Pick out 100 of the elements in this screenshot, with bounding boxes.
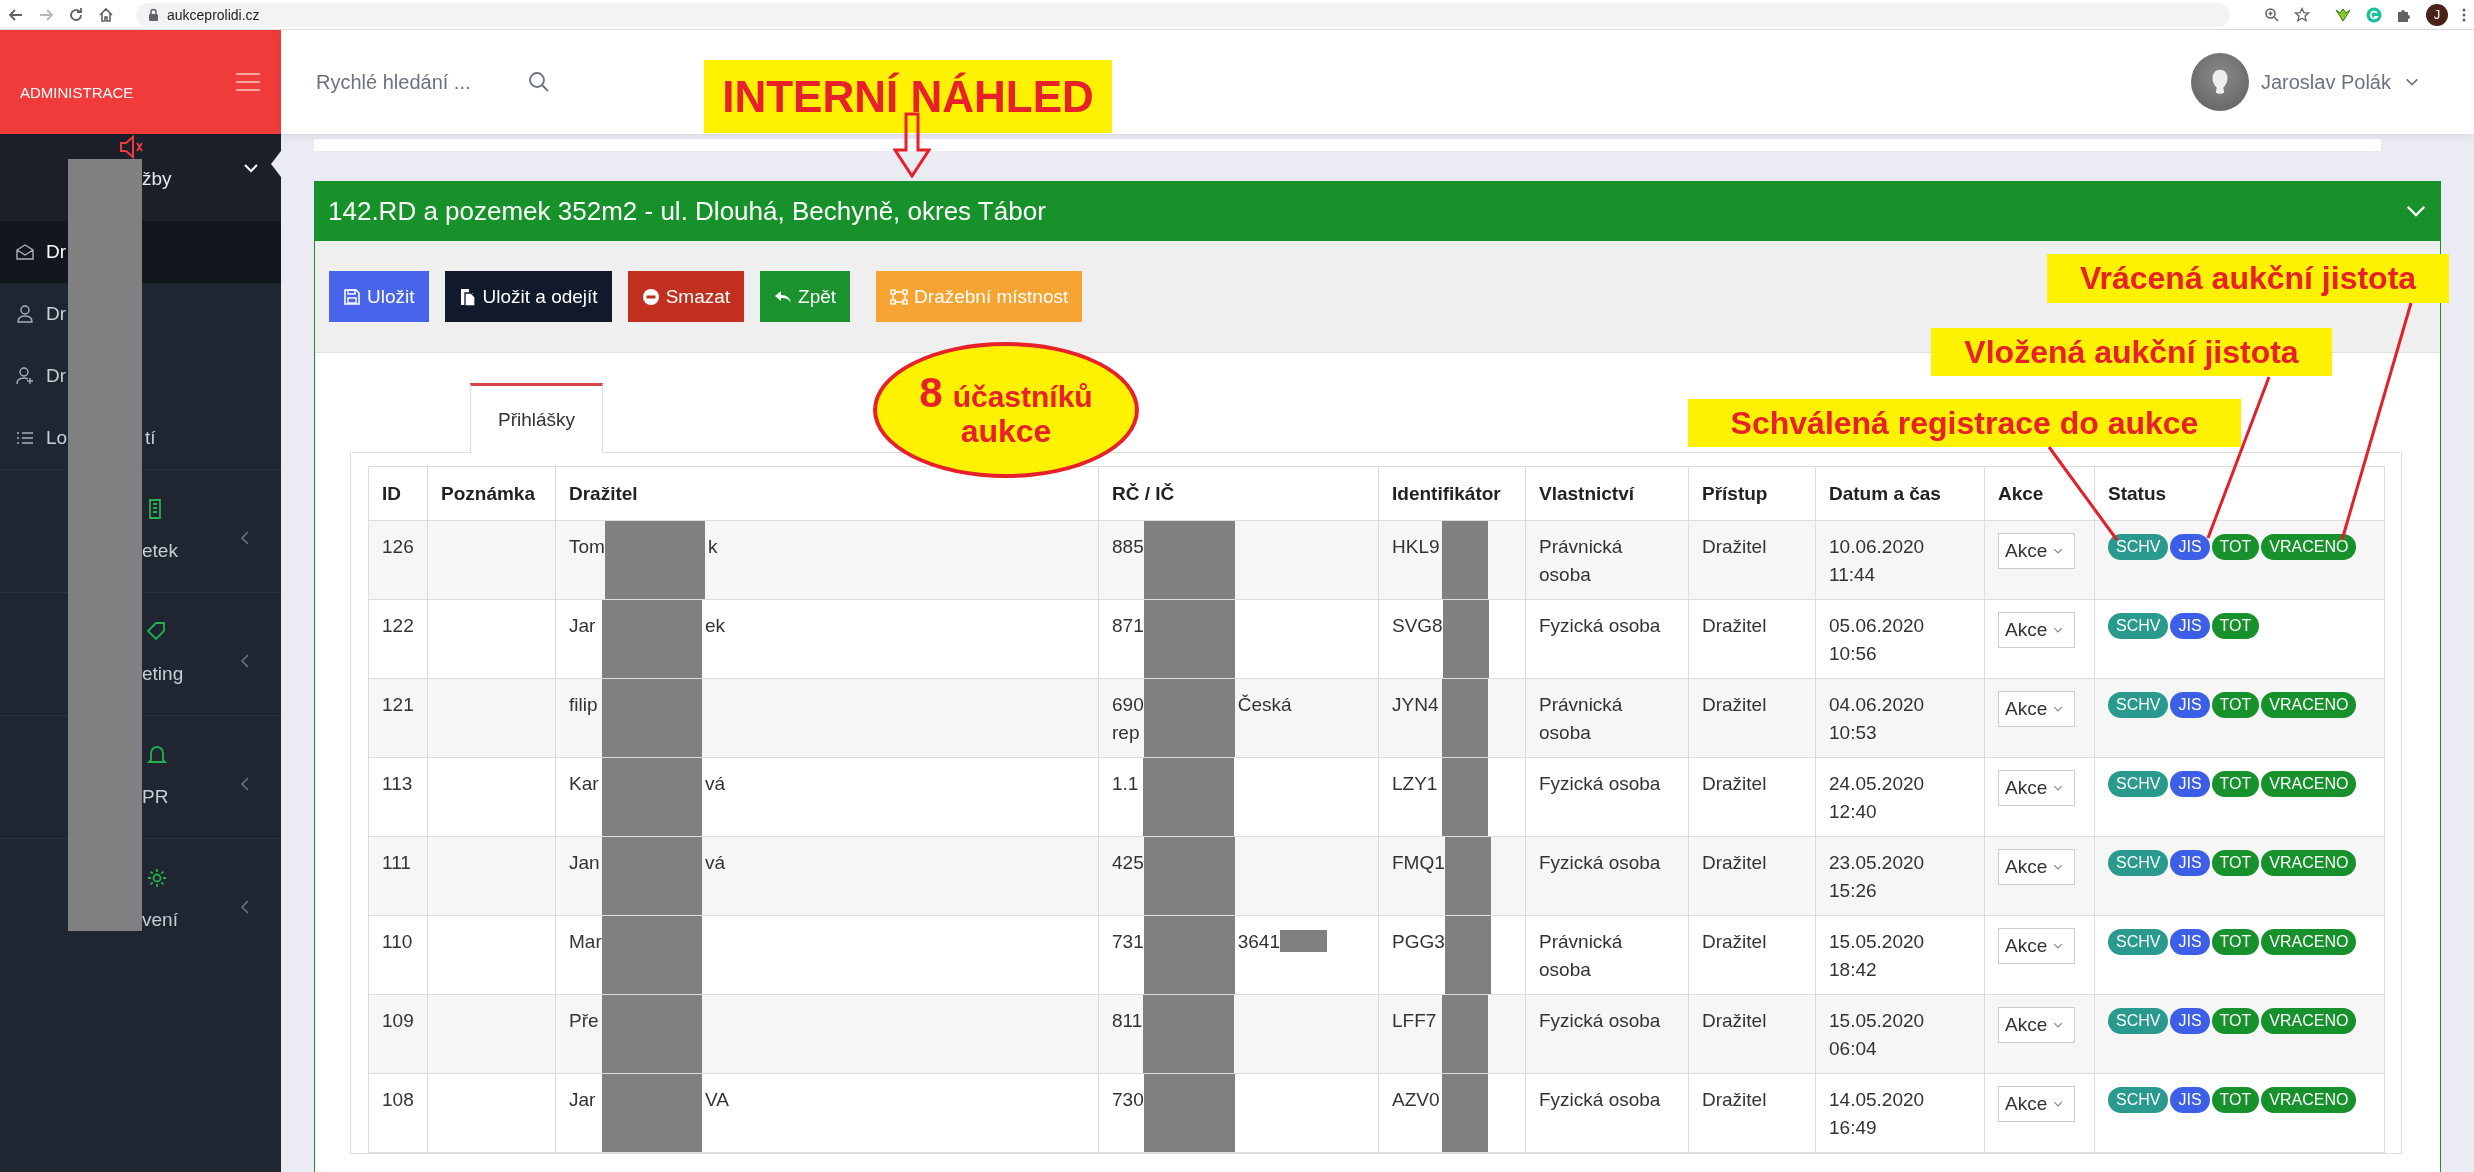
column-header: ID <box>368 466 428 521</box>
documents-icon <box>458 287 477 306</box>
annotation-label: Vložená aukční jistota <box>1931 328 2332 376</box>
caret-icon <box>2053 546 2064 556</box>
reload-icon[interactable] <box>68 6 84 23</box>
address-bar[interactable]: aukceprolidi.cz <box>136 2 2230 27</box>
zoom-in-icon[interactable] <box>2264 6 2280 23</box>
extension-icon[interactable] <box>2334 6 2352 23</box>
sidebar-item[interactable]: Dr <box>0 345 281 407</box>
caret-icon <box>2053 941 2064 951</box>
table-cell: Fyzická osoba <box>1525 599 1689 679</box>
table-cell: Dražitel <box>1688 915 1816 995</box>
network-icon <box>890 287 909 306</box>
cell-text: Kar <box>568 772 600 796</box>
lock-icon <box>148 7 159 22</box>
gear-icon <box>146 867 168 889</box>
table-cell: 15.05.2020 06:04 <box>1815 994 1985 1074</box>
home-icon[interactable] <box>98 6 114 23</box>
action-dropdown[interactable]: Akce <box>1998 928 2075 964</box>
cell-text: k <box>706 535 718 559</box>
cell-text: Mar <box>568 930 602 954</box>
annotation-text: aukce <box>960 415 1052 449</box>
user-name[interactable]: Jaroslav Polák <box>2260 70 2391 94</box>
status-badge: TOT <box>2211 613 2260 639</box>
annotation-label: Vrácená aukční jistota <box>2047 254 2449 303</box>
minus-circle-icon <box>641 287 660 306</box>
cell-text: Česká <box>1236 693 1292 717</box>
menu-dropdown[interactable]: žby <box>0 134 281 221</box>
table-cell: Fyzická osoba <box>1525 994 1689 1074</box>
status-badge: JIS <box>2170 613 2210 639</box>
table-cell: 23.05.2020 15:26 <box>1815 836 1985 916</box>
status-badge: JIS <box>2170 692 2210 718</box>
action-dropdown[interactable]: Akce <box>1998 691 2075 727</box>
status-badge: SCHV <box>2108 613 2169 639</box>
sidebar-item[interactable]: Lo tí <box>0 407 281 469</box>
table-cell: Právnická osoba <box>1525 678 1689 758</box>
cell-text: VA <box>704 1088 729 1112</box>
toolbar-button[interactable]: Uložit <box>329 271 429 322</box>
cell-text: 871 <box>1111 614 1144 638</box>
back-arrow-icon[interactable] <box>8 6 24 23</box>
save-icon <box>343 287 361 306</box>
status-badge: JIS <box>2170 1087 2210 1113</box>
table-cell: Právnická osoba <box>1525 915 1689 995</box>
sidebar-section[interactable]: etek <box>0 469 281 592</box>
tab[interactable]: Přihlášky <box>470 383 603 453</box>
status-badge: VRACENO <box>2261 771 2357 797</box>
status-badge: VRACENO <box>2261 929 2357 955</box>
cell-text: PGG3 <box>1391 930 1445 954</box>
status-badge: TOT <box>2211 1087 2260 1113</box>
column-header: RČ / IČ <box>1098 466 1379 521</box>
column-header: Identifikátor <box>1378 466 1526 521</box>
profile-avatar[interactable]: J <box>2426 3 2448 26</box>
search-icon[interactable] <box>528 71 550 93</box>
cell-text: 1.1 <box>1111 772 1140 796</box>
table-cell: Právnická osoba <box>1525 520 1689 600</box>
table-cell: Dražitel <box>1688 678 1816 758</box>
cell-text: vá <box>704 851 726 875</box>
toolbar-button[interactable]: Zpět <box>760 271 851 322</box>
table-cell: 14.05.2020 16:49 <box>1815 1073 1985 1153</box>
status-badge: SCHV <box>2108 1087 2169 1113</box>
sidebar-item[interactable]: Dr <box>0 283 281 345</box>
star-icon[interactable] <box>2294 6 2310 23</box>
annotation-text: 8 <box>919 371 943 416</box>
down-arrow-icon <box>893 112 931 178</box>
action-dropdown[interactable]: Akce <box>1998 612 2075 648</box>
status-badge: VRACENO <box>2261 1087 2357 1113</box>
table-cell: 15.05.2020 18:42 <box>1815 915 1985 995</box>
cell-text: 885 <box>1111 535 1144 559</box>
status-badge: TOT <box>2211 1008 2260 1034</box>
column-header: Status <box>2094 466 2385 521</box>
table-cell: Dražitel <box>1688 757 1816 837</box>
cell-text: Jar <box>568 614 597 638</box>
cell-text: SVG8 <box>1391 614 1443 638</box>
action-dropdown[interactable]: Akce <box>1998 533 2075 569</box>
person-silhouette-icon <box>2211 69 2228 95</box>
toolbar-button[interactable]: Smazat <box>627 271 745 322</box>
tag-icon <box>146 621 168 643</box>
cell-text: 425 <box>1111 851 1144 875</box>
column-header: Akce <box>1984 466 2095 521</box>
status-badge: JIS <box>2170 1008 2210 1034</box>
annotation-label: Schválená registrace do aukce <box>1688 399 2241 447</box>
table-cell: 108 <box>368 1073 428 1153</box>
action-dropdown[interactable]: Akce <box>1998 849 2075 885</box>
user-avatar[interactable] <box>2190 53 2249 111</box>
toolbar-button[interactable]: Uložit a odejít <box>444 271 612 322</box>
sidebar-section[interactable]: PR <box>0 715 281 838</box>
search-field[interactable]: Rychlé hledání ... <box>316 70 516 94</box>
sidebar-section[interactable]: vení <box>0 838 281 961</box>
panel-title: 142.RD a pozemek 352m2 - ul. Dlouhá, Bechyně, okres Tábor <box>328 195 1046 227</box>
cell-text: HKL9 <box>1391 535 1441 559</box>
action-dropdown[interactable]: Akce <box>1998 1007 2075 1043</box>
action-dropdown[interactable]: Akce <box>1998 770 2075 806</box>
action-dropdown[interactable]: Akce <box>1998 1086 2075 1122</box>
caret-icon <box>2053 783 2064 793</box>
more-icon[interactable] <box>2462 6 2466 23</box>
user-icon <box>15 304 35 324</box>
table-cell: 109 <box>368 994 428 1074</box>
sidebar-section[interactable]: eting <box>0 592 281 715</box>
sidebar-item[interactable]: Dr <box>0 221 281 283</box>
status-badge: TOT <box>2211 534 2260 560</box>
